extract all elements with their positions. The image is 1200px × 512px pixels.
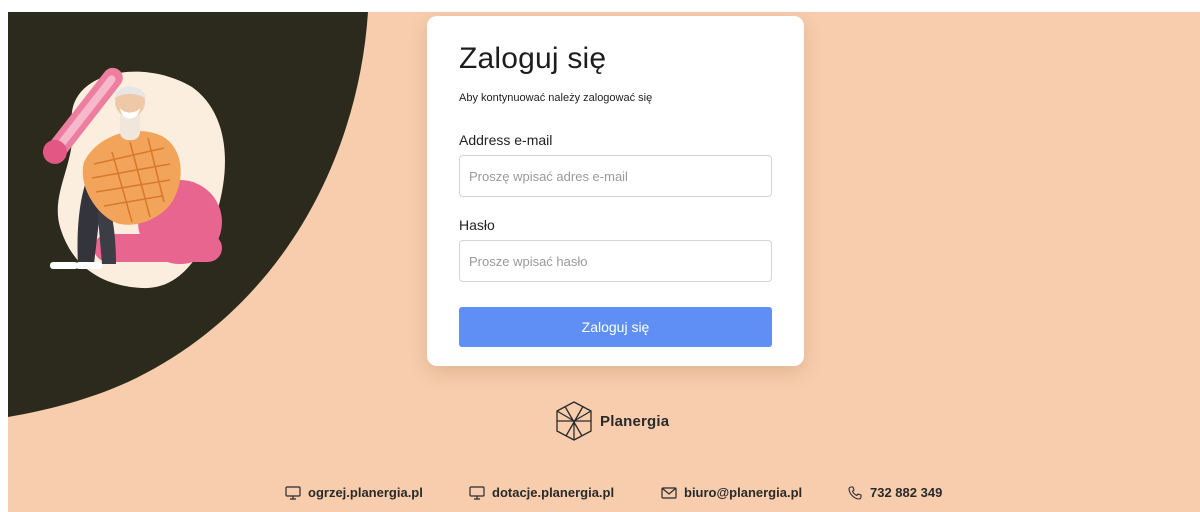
mail-icon xyxy=(660,486,678,500)
elderly-man-illustration xyxy=(42,67,225,289)
footer-link-label: biuro@planergia.pl xyxy=(684,485,803,500)
footer-link-label: ogrzej.planergia.pl xyxy=(308,485,423,500)
planergia-logo-icon xyxy=(556,401,592,441)
login-button[interactable]: Zaloguj się xyxy=(459,307,772,347)
footer-link-label: 732 882 349 xyxy=(870,485,943,500)
password-field[interactable] xyxy=(459,240,772,282)
email-field[interactable] xyxy=(459,155,772,197)
password-label: Hasło xyxy=(459,217,495,233)
brand-name: Planergia xyxy=(600,412,670,430)
login-card: Zaloguj się Aby kontynuować należy zalog… xyxy=(427,16,804,366)
planergia-logo: Planergia xyxy=(554,400,669,442)
footer-link-email[interactable]: biuro@planergia.pl xyxy=(660,485,802,500)
email-label: Address e-mail xyxy=(459,132,553,148)
footer-link-phone[interactable]: 732 882 349 xyxy=(846,485,942,500)
login-subtitle: Aby kontynuować należy zalogować się xyxy=(459,92,653,104)
footer-link-label: dotacje.planergia.pl xyxy=(492,485,615,500)
login-page: Zaloguj się Aby kontynuować należy zalog… xyxy=(8,12,1200,512)
monitor-icon xyxy=(468,485,486,500)
footer-link-ogrzej[interactable]: ogrzej.planergia.pl xyxy=(284,485,423,500)
phone-icon xyxy=(846,485,864,500)
footer-link-dotacje[interactable]: dotacje.planergia.pl xyxy=(468,485,614,500)
page-title: Zaloguj się xyxy=(459,42,607,75)
monitor-icon xyxy=(284,485,302,500)
